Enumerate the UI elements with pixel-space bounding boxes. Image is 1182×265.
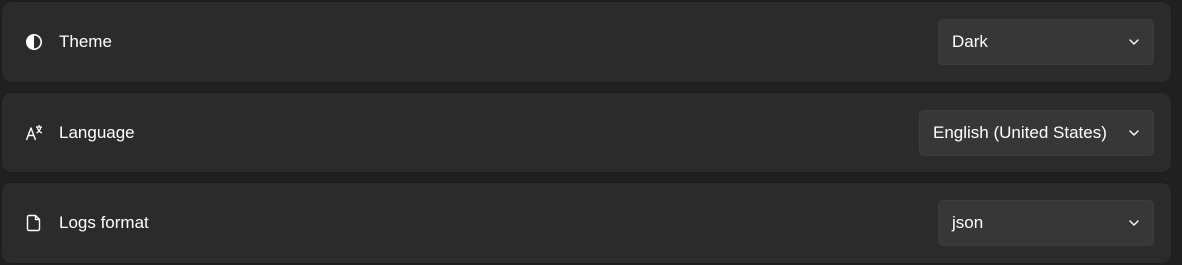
logs-format-label: Logs format <box>59 213 149 232</box>
language-setting-card: Language English (United States) <box>1 92 1172 173</box>
chevron-down-icon <box>1128 219 1140 227</box>
chevron-down-icon <box>1128 38 1140 46</box>
document-icon <box>25 214 43 232</box>
theme-selected-value: Dark <box>952 32 988 51</box>
logs-format-dropdown[interactable]: json <box>938 200 1154 246</box>
translate-icon <box>25 124 43 142</box>
contrast-icon <box>25 33 43 51</box>
theme-dropdown[interactable]: Dark <box>938 19 1154 65</box>
logs-format-setting-card: Logs format json <box>1 182 1172 264</box>
language-selected-value: English (United States) <box>933 122 1107 142</box>
theme-setting-card: Theme Dark <box>1 1 1172 83</box>
language-dropdown[interactable]: English (United States) <box>919 109 1154 156</box>
language-label: Language <box>59 122 135 142</box>
logs-format-selected-value: json <box>952 213 984 232</box>
chevron-down-icon <box>1128 129 1140 137</box>
theme-label: Theme <box>59 32 112 51</box>
settings-list: Theme Dark Language English (United Stat… <box>0 0 1182 265</box>
